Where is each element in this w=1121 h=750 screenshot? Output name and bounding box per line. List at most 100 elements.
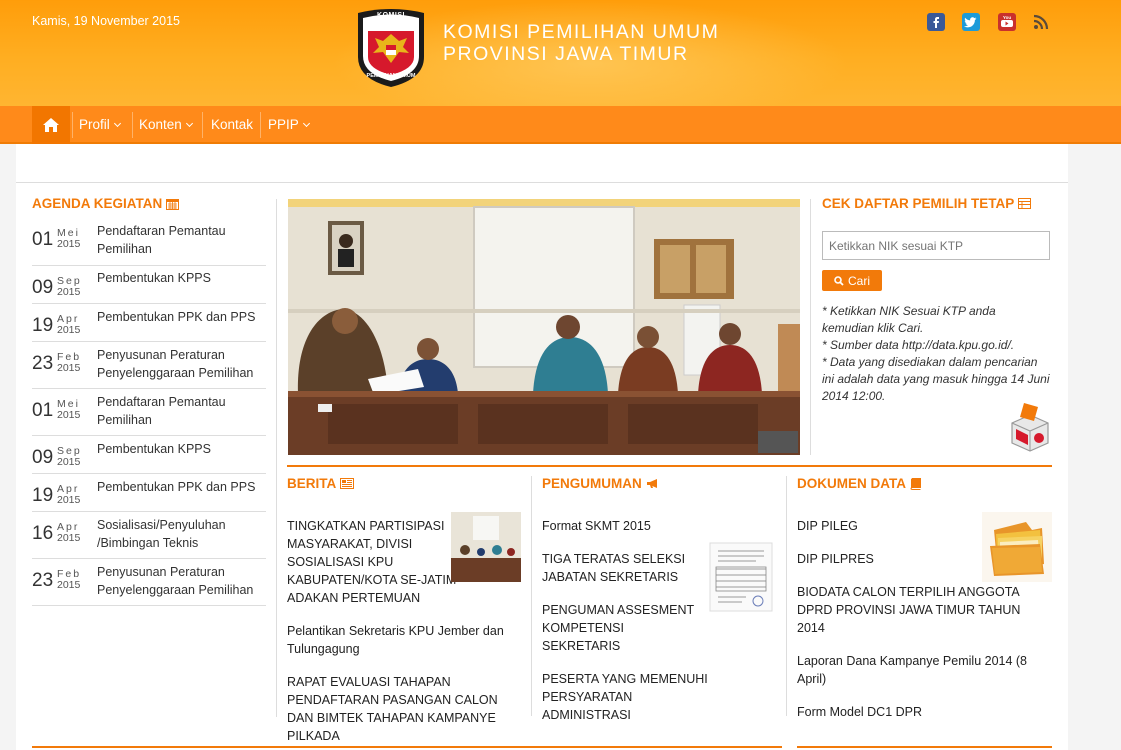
agenda-text: Pembentukan PPK dan PPS xyxy=(97,310,256,324)
home-icon[interactable] xyxy=(32,106,70,144)
agenda-item[interactable]: 01 Mei 2015 Pendaftaran Pemantau Pemilih… xyxy=(32,389,266,436)
agenda-item[interactable]: 09 Sep 2015 Pembentukan KPPS xyxy=(32,266,266,304)
nav-separator xyxy=(72,112,73,138)
announcement-thumb[interactable] xyxy=(706,541,776,613)
agenda-title: AGENDA KEGIATAN xyxy=(32,196,266,211)
agenda-year: 2015 xyxy=(57,579,81,591)
nav-separator xyxy=(202,112,203,138)
nav-item-label: Kontak xyxy=(211,117,254,132)
agenda-year: 2015 xyxy=(57,409,81,421)
calendar-icon xyxy=(166,198,180,210)
twitter-icon[interactable] xyxy=(961,12,981,32)
berita-thumb[interactable] xyxy=(451,512,521,582)
chevron-down-icon xyxy=(302,119,310,128)
news-item[interactable]: Pelantikan Sekretaris KPU Jember dan Tul… xyxy=(287,622,523,658)
agenda-item[interactable]: 09 Sep 2015 Pembentukan KPPS xyxy=(32,436,266,474)
headline-photo[interactable] xyxy=(288,199,800,455)
agenda-item[interactable]: 01 Mei 2015 Pendaftaran Pemantau Pemilih… xyxy=(32,219,266,266)
agenda-title-text: AGENDA KEGIATAN xyxy=(32,196,163,211)
facebook-icon[interactable] xyxy=(926,12,946,32)
agenda-day: 16 xyxy=(32,523,54,544)
dpt-note: * Data yang disediakan dalam pencarian i… xyxy=(822,355,1050,403)
dokumen-section: DOKUMEN DATA DIP PILEG DIP PILPRES BIODA… xyxy=(797,476,1053,736)
agenda-day: 09 xyxy=(32,277,54,298)
dpt-title-text: CEK DAFTAR PEMILIH TETAP xyxy=(822,196,1015,211)
section-divider xyxy=(32,746,782,748)
berita-title-text: BERITA xyxy=(287,476,337,491)
nav-item-konten[interactable]: Konten xyxy=(139,106,193,144)
agenda-item[interactable]: 16 Apr 2015 Sosialisasi/Penyuluhan /Bimb… xyxy=(32,512,266,559)
divider xyxy=(16,182,1068,183)
dpt-section: CEK DAFTAR PEMILIH TETAP Cari * Ketikkan… xyxy=(822,196,1052,452)
agenda-day: 23 xyxy=(32,353,54,374)
youtube-icon[interactable]: You xyxy=(997,12,1017,32)
agenda-item[interactable]: 23 Feb 2015 Penyusunan Peraturan Penyele… xyxy=(32,342,266,389)
agenda-item[interactable]: 19 Apr 2015 Pembentukan PPK dan PPS xyxy=(32,474,266,512)
agenda-text: Pendaftaran Pemantau Pemilihan xyxy=(97,224,226,256)
agenda-text: Pembentukan PPK dan PPS xyxy=(97,480,256,494)
chevron-down-icon xyxy=(113,119,121,128)
pengumuman-section: PENGUMUMAN Format SKMT 2015 TIGA TERATAS… xyxy=(542,476,778,739)
announcement-item[interactable]: PENGUMAN ASSESMENT KOMPETENSI SEKRETARIS xyxy=(542,601,700,655)
column-divider xyxy=(810,199,811,455)
folder-icon xyxy=(982,512,1052,582)
document-item[interactable]: BIODATA CALON TERPILIH ANGGOTA DPRD PROV… xyxy=(797,583,1037,637)
dpt-title: CEK DAFTAR PEMILIH TETAP xyxy=(822,196,1052,211)
agenda-text: Sosialisasi/Penyuluhan /Bimbingan Teknis xyxy=(97,518,226,550)
agenda-year: 2015 xyxy=(57,238,81,250)
agenda-text: Pembentukan KPPS xyxy=(97,271,211,285)
nav-item-ppip[interactable]: PPIP xyxy=(268,106,310,144)
agenda-day: 23 xyxy=(32,570,54,591)
dpt-note: * Ketikkan NIK Sesuai KTP anda kemudian … xyxy=(822,304,996,335)
main-nav: Profil Konten Kontak PPIP xyxy=(0,106,1121,144)
book-icon xyxy=(910,477,921,490)
agenda-text: Pembentukan KPPS xyxy=(97,442,211,456)
document-item[interactable]: Form Model DC1 DPR xyxy=(797,703,1053,721)
search-icon xyxy=(834,275,844,286)
agenda-day: 01 xyxy=(32,229,54,250)
agenda-day: 09 xyxy=(32,447,54,468)
main-content: AGENDA KEGIATAN 01 Mei 2015 Pendaftaran … xyxy=(16,144,1068,750)
newspaper-icon xyxy=(340,478,355,489)
section-divider xyxy=(797,746,1052,748)
column-divider xyxy=(276,199,277,717)
announcement-item[interactable]: TIGA TERATAS SELEKSI JABATAN SEKRETARIS xyxy=(542,550,687,586)
site-title-line1: KOMISI PEMILIHAN UMUM xyxy=(443,21,720,43)
logo-text-bottom: PEMILIHAN UMUM xyxy=(366,73,416,79)
site-title[interactable]: KOMISI PEMILIHAN UMUM PROVINSI JAWA TIMU… xyxy=(443,21,719,65)
announcement-item[interactable]: Format SKMT 2015 xyxy=(542,517,778,535)
svg-text:You: You xyxy=(1003,15,1011,20)
bullhorn-icon xyxy=(646,479,657,488)
column-divider xyxy=(786,476,787,716)
nav-item-label: Konten xyxy=(139,117,182,132)
nav-separator xyxy=(260,112,261,138)
pengumuman-title: PENGUMUMAN xyxy=(542,476,778,491)
pengumuman-title-text: PENGUMUMAN xyxy=(542,476,642,491)
news-item[interactable]: TINGKATKAN PARTISIPASI MASYARAKAT, DIVIS… xyxy=(287,517,467,607)
nav-item-label: PPIP xyxy=(268,117,299,132)
agenda-item[interactable]: 23 Feb 2015 Penyusunan Peraturan Penyele… xyxy=(32,559,266,606)
dpt-note: * Sumber data http://data.kpu.go.id/. xyxy=(822,338,1015,352)
table-icon xyxy=(1018,198,1032,209)
nav-separator xyxy=(132,112,133,138)
nav-item-kontak[interactable]: Kontak xyxy=(211,106,253,144)
agenda-section: AGENDA KEGIATAN 01 Mei 2015 Pendaftaran … xyxy=(32,196,266,606)
agenda-year: 2015 xyxy=(57,494,81,506)
agenda-year: 2015 xyxy=(57,456,81,468)
news-item[interactable]: RAPAT EVALUASI TAHAPAN PENDAFTARAN PASAN… xyxy=(287,673,523,745)
nav-item-profil[interactable]: Profil xyxy=(79,106,121,144)
site-title-line2: PROVINSI JAWA TIMUR xyxy=(443,43,689,65)
announcement-item[interactable]: PESERTA YANG MEMENUHI PERSYARATAN ADMINI… xyxy=(542,670,722,724)
section-divider xyxy=(287,465,1052,467)
site-header: Kamis, 19 November 2015 KOMISI PEMILIHAN… xyxy=(0,0,1121,106)
nik-search-input[interactable] xyxy=(822,231,1050,260)
dpt-notes: * Ketikkan NIK Sesuai KTP anda kemudian … xyxy=(822,303,1050,405)
agenda-text: Penyusunan Peraturan Penyelenggaraan Pem… xyxy=(97,565,254,597)
agenda-item[interactable]: 19 Apr 2015 Pembentukan PPK dan PPS xyxy=(32,304,266,342)
chevron-down-icon xyxy=(185,119,193,128)
column-divider xyxy=(531,476,532,716)
rss-icon[interactable] xyxy=(1031,12,1051,32)
document-item[interactable]: Laporan Dana Kampanye Pemilu 2014 (8 Apr… xyxy=(797,652,1037,688)
search-button[interactable]: Cari xyxy=(822,270,882,291)
agenda-year: 2015 xyxy=(57,362,81,374)
